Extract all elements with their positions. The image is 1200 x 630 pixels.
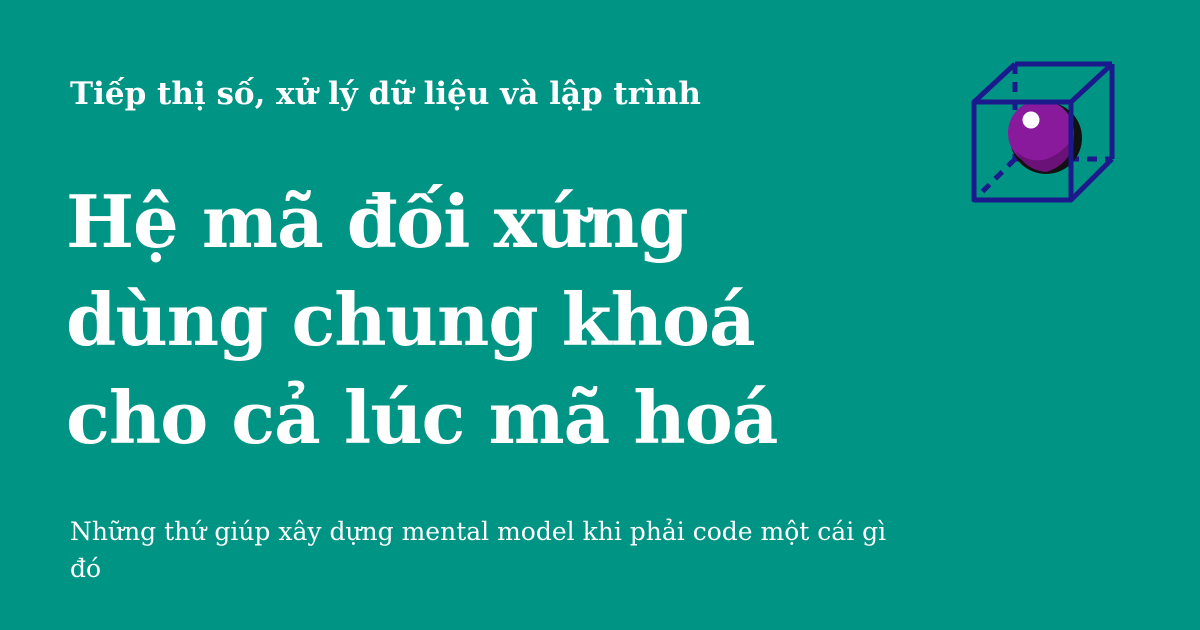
subtitle: Những thứ giúp xây dựng mental model khi… [70,517,887,583]
kicker: Tiếp thị số, xử lý dữ liệu và lập trình [70,76,701,112]
headline-line-2: dùng chung khoá [66,277,756,362]
cube-with-sphere-icon [971,61,1115,203]
headline: Hệ mã đối xứng dùng chung khoá cho cả lú… [66,173,926,467]
headline-line-1: Hệ mã đối xứng [66,179,689,264]
headline-line-3: cho cả lúc mã hoá [66,375,778,460]
